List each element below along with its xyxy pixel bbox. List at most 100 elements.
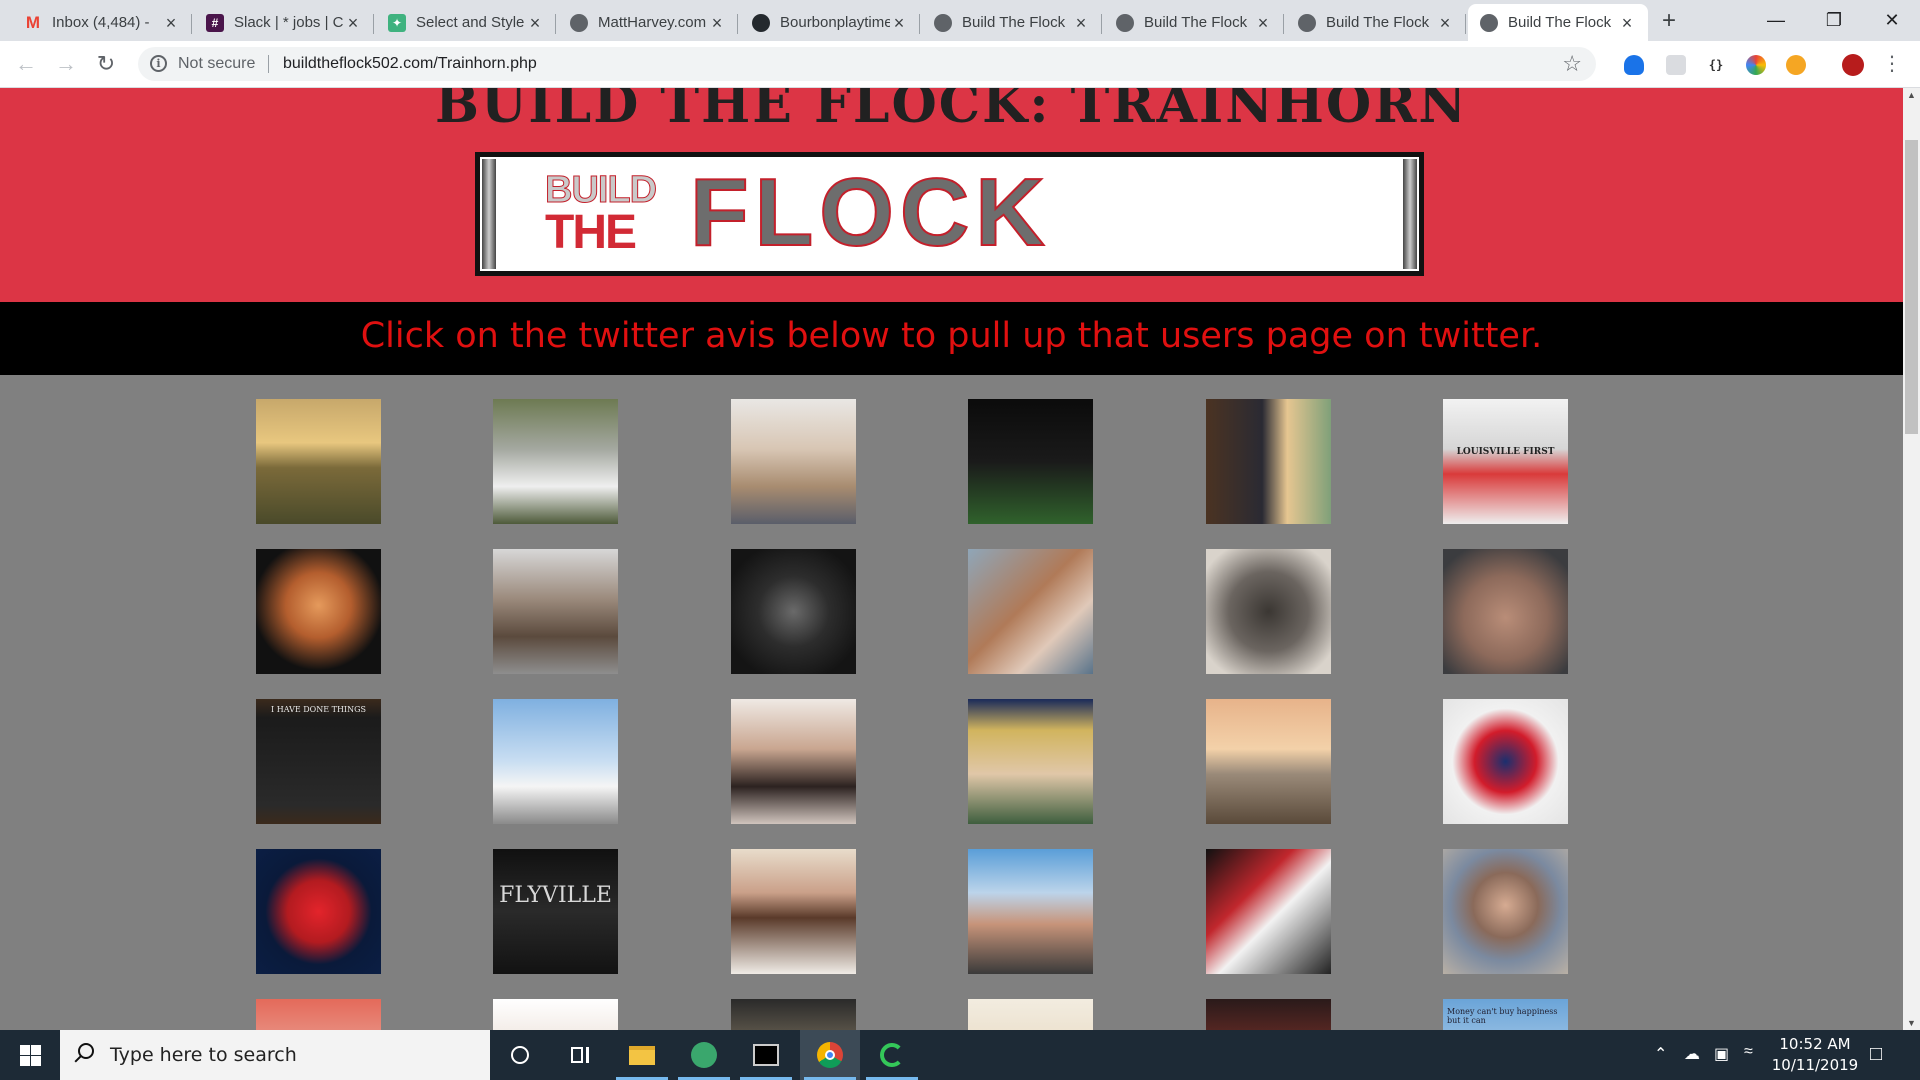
page-scrollbar[interactable]: ▲ ▼ — [1903, 88, 1920, 1030]
onedrive-icon[interactable]: ☁ — [1684, 1044, 1700, 1080]
taskbar-search[interactable]: Type here to search — [60, 1030, 490, 1080]
minimize-button[interactable]: — — [1748, 0, 1804, 41]
sync-app-icon[interactable] — [862, 1030, 922, 1080]
start-button[interactable] — [0, 1030, 60, 1080]
twitter-avatar-link[interactable] — [968, 999, 1093, 1030]
task-view-icon[interactable] — [550, 1030, 610, 1080]
browser-tab[interactable]: # Slack | * jobs | C × — [194, 4, 374, 41]
twitter-avatar-link[interactable] — [493, 399, 618, 524]
tab-title: MattHarvey.com — [598, 14, 707, 31]
system-clock[interactable]: 10:52 AM 10/11/2019 — [1770, 1034, 1860, 1076]
tab-close-icon[interactable]: × — [526, 14, 544, 32]
browser-tab[interactable]: Build The Flock × — [922, 4, 1102, 41]
twitter-avatar-link[interactable] — [731, 549, 856, 674]
search-placeholder: Type here to search — [110, 1044, 297, 1066]
browser-tab[interactable]: M Inbox (4,484) - × — [12, 4, 192, 41]
tab-close-icon[interactable]: × — [344, 14, 362, 32]
forward-button[interactable]: → — [52, 51, 80, 79]
twitter-avatar-link[interactable] — [1206, 849, 1331, 974]
twitter-avatar-link[interactable] — [256, 399, 381, 524]
tab-close-icon[interactable]: × — [708, 14, 726, 32]
avatar-caption: LOUISVILLE FIRST — [1456, 447, 1555, 457]
tab-close-icon[interactable]: × — [1618, 14, 1636, 32]
cortana-icon[interactable] — [490, 1030, 550, 1080]
profile-avatar-icon[interactable] — [1842, 54, 1864, 76]
logo-rail-right — [1403, 159, 1417, 269]
scroll-thumb[interactable] — [1905, 140, 1918, 434]
back-button[interactable]: ← — [12, 51, 40, 79]
tray-chevron-icon[interactable]: ⌃ — [1654, 1044, 1667, 1080]
browser-toolbar: ← → ↻ i Not secure buildtheflock502.com/… — [0, 41, 1920, 88]
twitter-avatar-link[interactable] — [968, 849, 1093, 974]
tab-close-icon[interactable]: × — [890, 14, 908, 32]
twitter-avatar-link[interactable] — [1443, 849, 1568, 974]
browser-tab[interactable]: Bourbonplaytime × — [740, 4, 920, 41]
twitter-avatar-link[interactable] — [1206, 999, 1331, 1030]
twitter-avatar-link[interactable] — [1206, 549, 1331, 674]
tab-title: Build The Flock — [1144, 14, 1248, 31]
tab-title: Select and Style — [416, 14, 525, 31]
twitter-avatar-link[interactable] — [731, 999, 856, 1030]
extension-braces-icon[interactable]: {} — [1706, 55, 1726, 75]
twitter-avatar-link[interactable] — [968, 399, 1093, 524]
clock-date: 10/11/2019 — [1771, 1056, 1859, 1074]
extension-shield-icon[interactable] — [1624, 55, 1644, 75]
chrome-taskbar-icon[interactable] — [800, 1030, 860, 1080]
divider — [268, 55, 269, 73]
tab-close-icon[interactable]: × — [1072, 14, 1090, 32]
windows-taskbar: Type here to search ⌃ ☁ ▣ ≈ 10:52 AM 10/… — [0, 1030, 1920, 1080]
browser-tab[interactable]: Build The Flock × — [1286, 4, 1466, 41]
terminal-icon[interactable] — [736, 1030, 796, 1080]
battery-icon[interactable]: ▣ — [1714, 1044, 1729, 1080]
twitter-avatar-link[interactable]: I HAVE DONE THINGS — [256, 699, 381, 824]
twitter-avatar-link[interactable]: LOUISVILLE FIRST — [1443, 399, 1568, 524]
twitter-avatar-link[interactable] — [493, 699, 618, 824]
twitter-avatar-link[interactable] — [256, 549, 381, 674]
twitter-avatar-link[interactable] — [1206, 399, 1331, 524]
scroll-up-arrow-icon[interactable]: ▲ — [1907, 90, 1916, 100]
twitter-avatar-link[interactable] — [493, 549, 618, 674]
notifications-icon[interactable]: □ — [1870, 1043, 1882, 1080]
extension-grid-icon[interactable] — [1666, 55, 1686, 75]
twitter-avatar-link[interactable] — [493, 999, 618, 1030]
avatar-caption: Money can't buy happiness but it can — [1447, 1007, 1558, 1025]
wifi-icon[interactable]: ≈ — [1744, 1043, 1753, 1080]
twitter-avatar-link[interactable] — [1206, 699, 1331, 824]
atom-app-icon[interactable] — [674, 1030, 734, 1080]
url-text[interactable]: buildtheflock502.com/Trainhorn.php — [283, 55, 537, 73]
tab-close-icon[interactable]: × — [1436, 14, 1454, 32]
browser-tab[interactable]: Build The Flock × — [1104, 4, 1284, 41]
chrome-menu-icon[interactable]: ⋮ — [1882, 53, 1902, 75]
tab-close-icon[interactable]: × — [162, 14, 180, 32]
browser-tab[interactable]: Build The Flock × — [1468, 4, 1648, 41]
twitter-avatar-link[interactable]: FLYVILLE — [493, 849, 618, 974]
tab-close-icon[interactable]: × — [1254, 14, 1272, 32]
twitter-avatar-link[interactable] — [968, 549, 1093, 674]
twitter-avatar-link[interactable] — [256, 999, 381, 1030]
reload-button[interactable]: ↻ — [92, 51, 120, 79]
twitter-avatar-link[interactable]: Money can't buy happiness but it can — [1443, 999, 1568, 1030]
twitter-avatar-link[interactable] — [968, 699, 1093, 824]
close-window-button[interactable]: ✕ — [1864, 0, 1920, 41]
avatar-caption: I HAVE DONE THINGS — [271, 705, 366, 714]
extension-gear-icon[interactable] — [1786, 55, 1806, 75]
twitter-avatar-link[interactable] — [1443, 549, 1568, 674]
new-tab-button[interactable]: + — [1656, 8, 1682, 34]
file-explorer-icon[interactable] — [612, 1030, 672, 1080]
scroll-down-arrow-icon[interactable]: ▼ — [1907, 1018, 1916, 1028]
browser-tab[interactable]: MattHarvey.com × — [558, 4, 738, 41]
clock-time: 10:52 AM — [1779, 1035, 1851, 1053]
tab-title: Build The Flock — [962, 14, 1066, 31]
restore-button[interactable]: ❐ — [1806, 0, 1862, 41]
bookmark-star-icon[interactable]: ☆ — [1562, 51, 1582, 77]
twitter-avatar-link[interactable] — [1443, 699, 1568, 824]
address-bar[interactable]: i Not secure buildtheflock502.com/Trainh… — [138, 47, 1596, 81]
twitter-avatar-link[interactable] — [731, 399, 856, 524]
extension-color-icon[interactable] — [1746, 55, 1766, 75]
info-icon[interactable]: i — [150, 55, 167, 72]
browser-tab[interactable]: ✦ Select and Style × — [376, 4, 556, 41]
twitter-avatar-link[interactable] — [731, 699, 856, 824]
twitter-avatar-link[interactable] — [731, 849, 856, 974]
twitter-avatar-link[interactable] — [256, 849, 381, 974]
security-label: Not secure — [178, 55, 256, 72]
